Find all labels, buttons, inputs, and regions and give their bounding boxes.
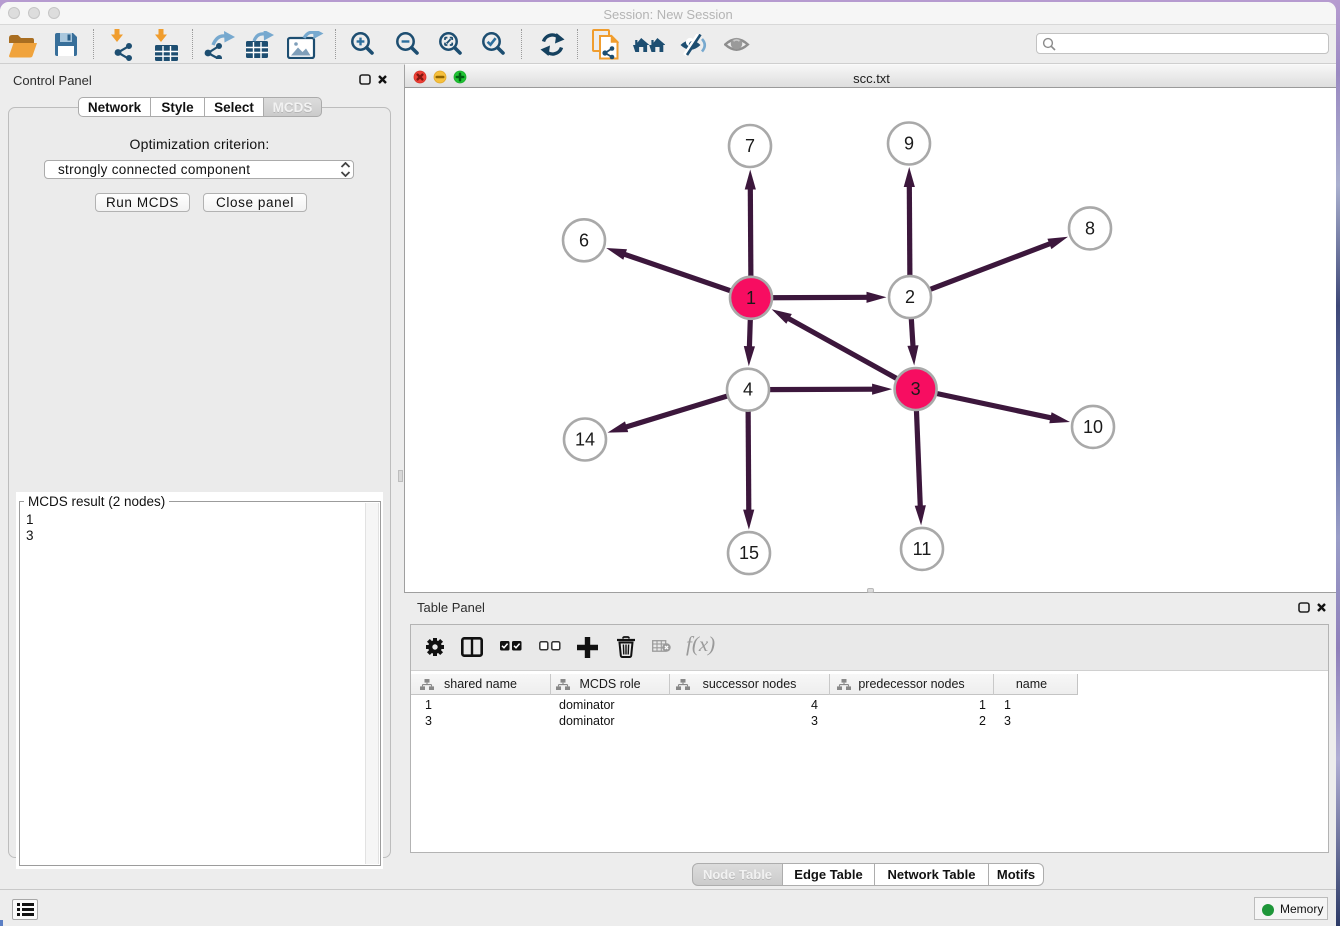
- svg-text:4: 4: [743, 380, 753, 400]
- svg-text:11: 11: [913, 539, 932, 559]
- svg-text:9: 9: [904, 134, 914, 154]
- svg-text:3: 3: [911, 379, 921, 399]
- svg-text:7: 7: [745, 136, 755, 156]
- svg-text:8: 8: [1085, 218, 1095, 238]
- svg-text:14: 14: [575, 430, 595, 450]
- svg-text:1: 1: [746, 288, 756, 308]
- svg-text:6: 6: [579, 230, 589, 250]
- svg-text:10: 10: [1083, 417, 1103, 437]
- svg-text:15: 15: [739, 543, 759, 563]
- svg-text:2: 2: [905, 287, 915, 307]
